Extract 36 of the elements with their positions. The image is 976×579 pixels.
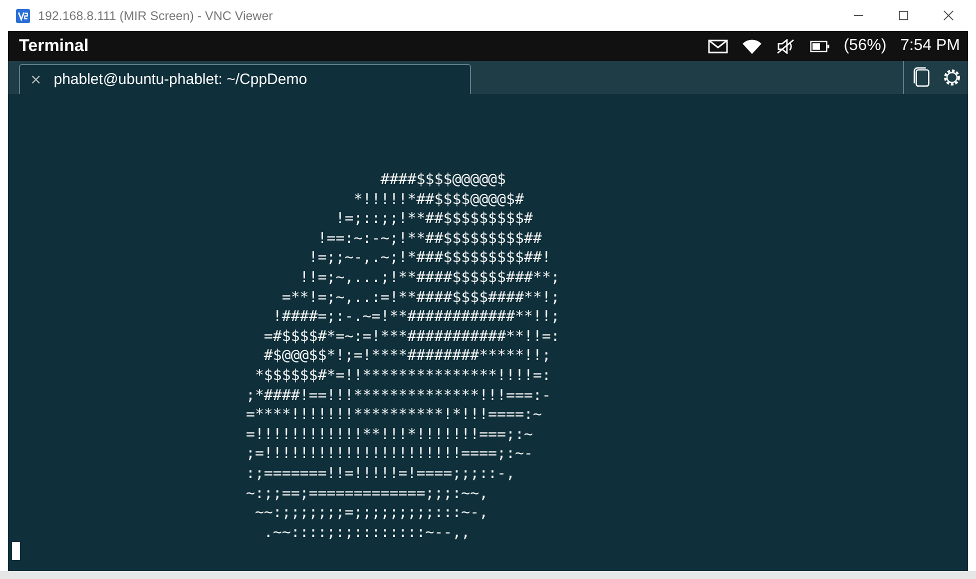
maximize-icon[interactable] xyxy=(898,10,909,21)
terminal-output-line: !####=;:-.~=!**############**!!; xyxy=(272,307,561,327)
speaker-muted-icon[interactable] xyxy=(776,38,796,54)
app-title: Terminal xyxy=(19,36,89,56)
terminal-output-line: =**!=;~,..:=!**####$$$$####**!; xyxy=(280,288,561,308)
terminal-tab[interactable]: × phablet@ubuntu-phablet: ~/CppDemo xyxy=(19,64,471,94)
terminal-output-line: ####$$$$@@@@@$ xyxy=(379,170,507,190)
wifi-icon[interactable] xyxy=(742,38,762,54)
battery-icon[interactable] xyxy=(810,38,830,54)
text-cursor xyxy=(12,542,20,560)
page-icon[interactable] xyxy=(912,67,932,88)
envelope-icon[interactable] xyxy=(708,38,728,54)
window-title: 192.168.8.111 (MIR Screen) - VNC Viewer xyxy=(38,8,273,22)
terminal-output-line: !=;::;;!**##$$$$$$$$$# xyxy=(334,209,534,229)
battery-percentage: (56%) xyxy=(844,37,886,55)
terminal-output-line: *$$$$$$#*=!!***************!!!!=: xyxy=(254,366,552,386)
terminal-output-line: !=;;~-,.~;!*###$$$$$$$$$##! xyxy=(308,248,552,268)
terminal-output-line: ;*####!==!!!**************!!!===:- xyxy=(246,386,552,406)
terminal-output-line: =****!!!!!!!**********!*!!!====:~ xyxy=(246,405,543,425)
terminal-output-line: ~:;;==;=============;;;:~~, xyxy=(246,484,490,504)
terminal-output-line: =#$$$$#*=~:=!***###########**!!=: xyxy=(262,326,561,346)
terminal-output-line: !==:~:-~;!**##$$$$$$$$$## xyxy=(316,228,543,248)
terminal-output-line: *!!!!!*##$$$$@@@@$# xyxy=(352,190,525,210)
terminal-output-line: .~~::::;:;::::::::~--,, xyxy=(262,522,472,542)
tab-close-button[interactable]: × xyxy=(30,72,42,88)
terminal-output-line: =!!!!!!!!!!!!**!!!*!!!!!!!===;:~ xyxy=(246,424,534,444)
vnc-logo-icon xyxy=(16,8,30,22)
terminal-output-line: !!=;~,...;!**####$$$$$$###**; xyxy=(298,268,561,288)
tab-label: phablet@ubuntu-phablet: ~/CppDemo xyxy=(54,71,308,88)
close-icon[interactable] xyxy=(943,10,954,21)
settings-icon[interactable] xyxy=(942,67,962,88)
terminal-output-line: #$@@@$$*!;=!****########*****!!; xyxy=(262,346,552,366)
terminal-output-line: ;=!!!!!!!!!!!!!!!!!!!!!!====;:~- xyxy=(246,444,534,464)
terminal-output-line: :;=======!!=!!!!!=!====;;;::-, xyxy=(246,464,516,484)
clock-time: 7:54 PM xyxy=(900,37,960,55)
terminal-output-line: ~~:;;;;;;;=;;;;;;;;;:::~-, xyxy=(254,503,490,523)
